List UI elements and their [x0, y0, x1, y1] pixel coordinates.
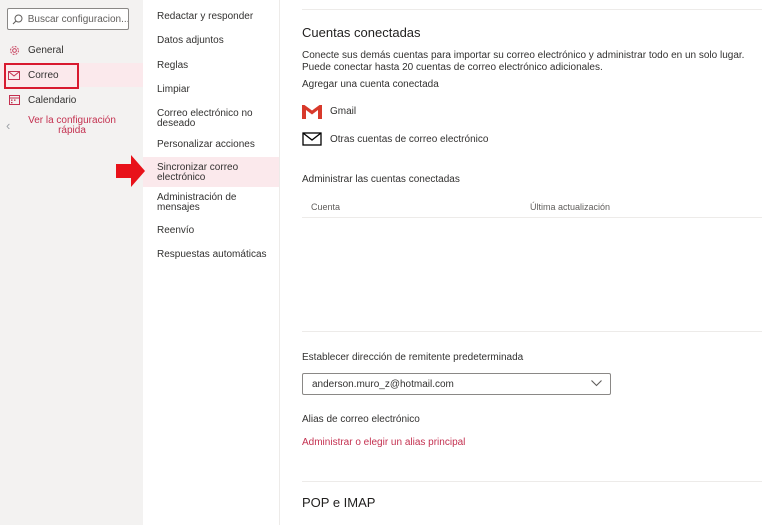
chevron-left-icon: ‹ [6, 118, 11, 133]
add-account-label: Agregar una cuenta conectada [302, 79, 439, 90]
chevron-down-icon [591, 379, 602, 390]
sender-address-dropdown[interactable]: anderson.muro_z@hotmail.com [302, 373, 611, 395]
submenu-item-reglas[interactable]: Reglas [143, 61, 279, 71]
settings-search-box[interactable]: Buscar configuracion... [7, 8, 129, 30]
calendar-icon [0, 95, 28, 105]
submenu-item-no-deseado[interactable]: Correo electrónico no deseado [143, 109, 279, 129]
submenu-item-respuestas[interactable]: Respuestas automáticas [143, 250, 279, 260]
submenu-item-reenvio[interactable]: Reenvío [143, 226, 279, 236]
connect-gmail-button[interactable]: Gmail [302, 104, 356, 119]
submenu-item-sincronizar[interactable]: Sincronizar correo electrónico [143, 157, 279, 187]
gear-icon [0, 45, 28, 56]
submenu-item-administracion[interactable]: Administración de mensajes [143, 193, 279, 213]
quick-settings-link[interactable]: ‹ Ver la configuración rápida [0, 115, 143, 139]
submenu-item-redactar[interactable]: Redactar y responder [143, 12, 279, 22]
column-header-ultima-actualizacion: Última actualización [530, 202, 611, 212]
mail-submenu: Redactar y responder Datos adjuntos Regl… [143, 0, 280, 525]
sender-address-value: anderson.muro_z@hotmail.com [312, 378, 454, 390]
divider [302, 331, 762, 332]
search-input[interactable]: Buscar configuracion... [28, 14, 128, 25]
sender-address-label: Establecer dirección de remitente predet… [302, 352, 524, 363]
column-header-cuenta: Cuenta [311, 202, 341, 212]
divider [302, 9, 762, 10]
accounts-table-header: Cuenta Última actualización [302, 196, 762, 218]
settings-content: Cuentas conectadas Conecte sus demás cue… [281, 0, 765, 525]
other-accounts-label: Otras cuentas de correo electrónico [330, 133, 489, 145]
settings-sidebar: Buscar configuracion... General Correo C… [0, 0, 143, 525]
red-arrow-annotation [116, 155, 145, 187]
manage-alias-link[interactable]: Administrar o elegir un alias principal [302, 437, 465, 448]
submenu-item-limpiar[interactable]: Limpiar [143, 85, 279, 95]
highlight-box [4, 63, 79, 89]
alias-label: Alias de correo electrónico [302, 414, 420, 425]
divider [302, 481, 762, 482]
connect-other-account-button[interactable]: Otras cuentas de correo electrónico [302, 132, 488, 146]
submenu-item-personalizar[interactable]: Personalizar acciones [143, 140, 279, 150]
search-icon [8, 14, 28, 25]
sidebar-item-label: General [28, 44, 64, 56]
submenu-item-adjuntos[interactable]: Datos adjuntos [143, 36, 279, 46]
gmail-icon [302, 104, 330, 119]
gmail-label: Gmail [330, 106, 357, 117]
sidebar-item-calendario[interactable]: Calendario [0, 88, 143, 112]
section-title: Cuentas conectadas [302, 25, 421, 40]
sidebar-item-general[interactable]: General [0, 38, 143, 62]
envelope-icon [302, 132, 330, 146]
pop-imap-title: POP e IMAP [302, 495, 376, 510]
sidebar-item-label: Calendario [28, 94, 77, 106]
section-description: Conecte sus demás cuentas para importar … [302, 50, 745, 73]
quick-settings-label: Ver la configuración rápida [28, 115, 116, 136]
manage-accounts-label: Administrar las cuentas conectadas [302, 174, 460, 185]
